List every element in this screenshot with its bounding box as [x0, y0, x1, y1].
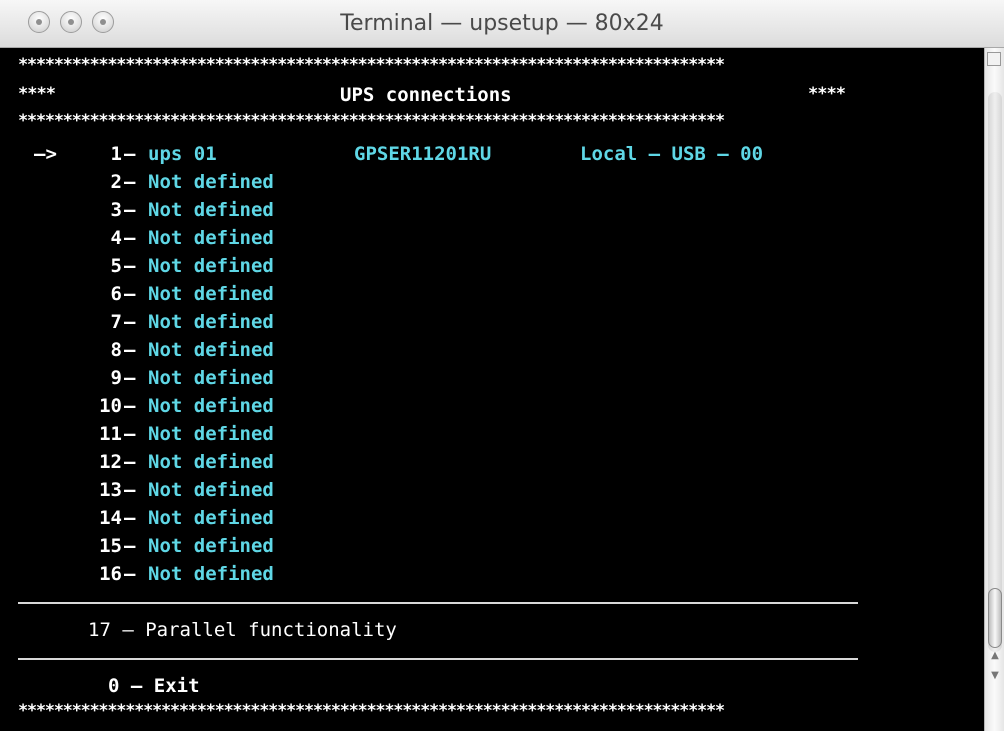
- connection-name: Not defined: [148, 423, 274, 445]
- window-title: Terminal — upsetup — 80x24: [340, 11, 664, 36]
- connection-number: 6: [110, 283, 122, 305]
- connection-name: Not defined: [148, 507, 274, 529]
- connection-row[interactable]: 2– Not defined: [0, 168, 860, 196]
- connection-number: 12: [99, 451, 122, 473]
- connection-row[interactable]: 9– Not defined: [0, 364, 860, 392]
- separator-dash: –: [124, 143, 136, 165]
- connection-serial: GPSER11201RU: [354, 143, 492, 165]
- border-stars-bottom: ****************************************…: [18, 701, 725, 721]
- connection-name: Not defined: [148, 171, 274, 193]
- connection-number: 10: [99, 395, 122, 417]
- separator-dash: –: [124, 199, 136, 221]
- connection-name: Not defined: [148, 255, 274, 277]
- separator-dash: –: [124, 339, 136, 361]
- connection-name: Not defined: [148, 563, 274, 585]
- vertical-scrollbar[interactable]: ▲ ▼: [984, 48, 1004, 731]
- connection-number: 2: [110, 171, 122, 193]
- connection-row[interactable]: 16– Not defined: [0, 560, 860, 588]
- divider: [18, 602, 858, 604]
- connection-name: Not defined: [148, 311, 274, 333]
- separator-dash: –: [124, 367, 136, 389]
- separator-dash: –: [124, 423, 136, 445]
- connection-name: Not defined: [148, 339, 274, 361]
- connection-number: 13: [99, 479, 122, 501]
- connection-row[interactable]: 7– Not defined: [0, 308, 860, 336]
- border-stars-header: ****************************************…: [18, 111, 725, 131]
- connection-port: Local – USB – 00: [580, 143, 764, 165]
- connection-row[interactable]: 11– Not defined: [0, 420, 860, 448]
- connection-number: 15: [99, 535, 122, 557]
- connection-number: 16: [99, 563, 122, 585]
- scroll-down-arrow-icon[interactable]: ▼: [989, 668, 1001, 684]
- connection-name: Not defined: [148, 395, 274, 417]
- connection-row[interactable]: 15– Not defined: [0, 532, 860, 560]
- separator-dash: –: [124, 227, 136, 249]
- connection-row[interactable]: 6– Not defined: [0, 280, 860, 308]
- connection-number: 14: [99, 507, 122, 529]
- connection-name: Not defined: [148, 535, 274, 557]
- connection-number: 5: [110, 255, 122, 277]
- connection-name: Not defined: [148, 227, 274, 249]
- connection-name: Not defined: [148, 479, 274, 501]
- connection-name: Not defined: [148, 199, 274, 221]
- connection-number: 11: [99, 423, 122, 445]
- header-stars-left: ****: [18, 84, 56, 104]
- scroll-up-arrow-icon[interactable]: ▲: [989, 648, 1001, 664]
- terminal-screen[interactable]: ****************************************…: [0, 48, 984, 731]
- connection-row[interactable]: 3– Not defined: [0, 196, 860, 224]
- title-bar: Terminal — upsetup — 80x24: [0, 0, 1004, 48]
- separator-dash: –: [124, 507, 136, 529]
- separator-dash: –: [124, 283, 136, 305]
- connection-row[interactable]: —> 1– ups 01 GPSER11201RU Local – USB – 00: [0, 140, 860, 168]
- split-pane-icon[interactable]: [987, 52, 1001, 66]
- connection-number: 8: [110, 339, 122, 361]
- connection-number: 4: [110, 227, 122, 249]
- separator-dash: –: [124, 171, 136, 193]
- connection-row[interactable]: 12– Not defined: [0, 448, 860, 476]
- selection-arrow-icon: —>: [34, 143, 57, 165]
- scroll-thumb[interactable]: [988, 588, 1002, 648]
- connection-row[interactable]: 4– Not defined: [0, 224, 860, 252]
- separator-dash: –: [124, 535, 136, 557]
- header-stars-right: ****: [808, 84, 846, 104]
- scroll-track[interactable]: [988, 92, 1002, 652]
- connection-row[interactable]: 10– Not defined: [0, 392, 860, 420]
- border-stars-top: ****************************************…: [18, 55, 725, 75]
- parallel-functionality-option[interactable]: 17 – Parallel functionality: [88, 616, 397, 644]
- connection-row[interactable]: 8– Not defined: [0, 336, 860, 364]
- connection-number: 3: [110, 199, 122, 221]
- menu-title: UPS connections: [340, 84, 512, 106]
- separator-dash: –: [124, 451, 136, 473]
- connection-row[interactable]: 14– Not defined: [0, 504, 860, 532]
- connection-name: Not defined: [148, 283, 274, 305]
- connection-row[interactable]: 5– Not defined: [0, 252, 860, 280]
- connection-number: 7: [110, 311, 122, 333]
- connection-name: ups 01: [148, 143, 217, 165]
- connection-number: 9: [110, 367, 122, 389]
- connection-row[interactable]: 13– Not defined: [0, 476, 860, 504]
- separator-dash: –: [124, 563, 136, 585]
- separator-dash: –: [124, 311, 136, 333]
- connection-name: Not defined: [148, 367, 274, 389]
- connection-name: Not defined: [148, 451, 274, 473]
- separator-dash: –: [124, 395, 136, 417]
- exit-option[interactable]: 0 – Exit: [108, 672, 200, 700]
- separator-dash: –: [124, 255, 136, 277]
- separator-dash: –: [124, 479, 136, 501]
- divider: [18, 658, 858, 660]
- connection-number: 1: [110, 143, 122, 165]
